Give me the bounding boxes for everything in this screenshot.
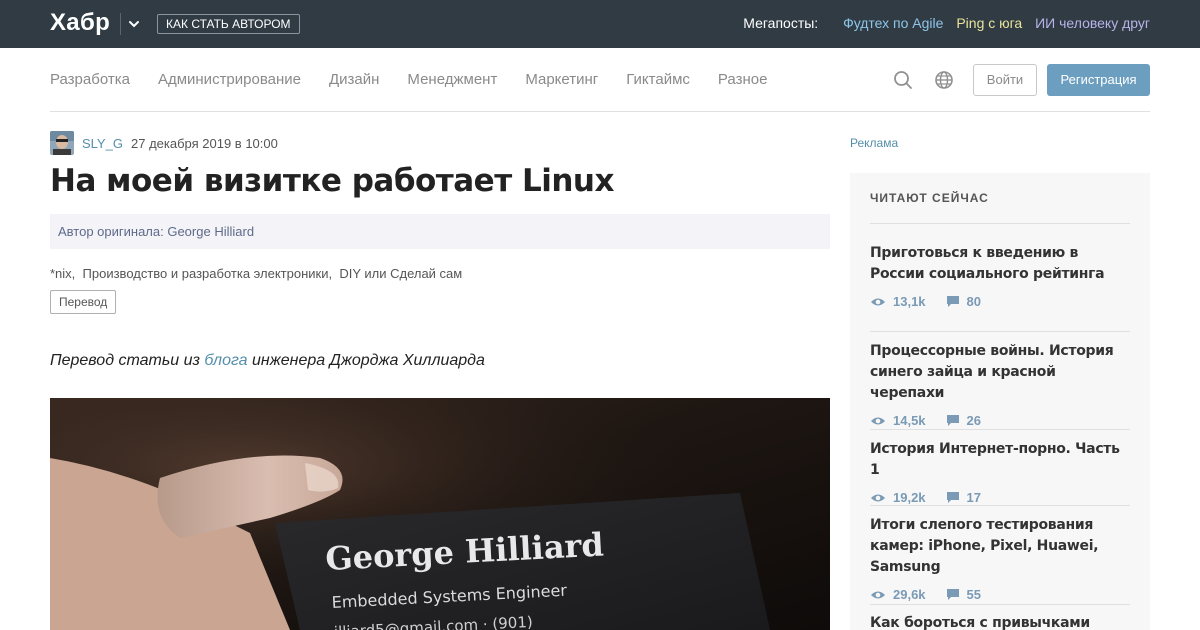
hub-link[interactable]: *nix,	[50, 266, 75, 281]
eye-icon	[871, 417, 885, 424]
post-stats: 13,1k 80	[870, 294, 1130, 309]
hub-link[interactable]: Производство и разработка электроники,	[83, 266, 333, 281]
ad-label[interactable]: Реклама	[850, 136, 898, 150]
divider	[870, 223, 1130, 224]
divider	[870, 505, 1130, 506]
nav-item-misc[interactable]: Разное	[718, 71, 768, 88]
avatar[interactable]	[50, 131, 74, 155]
original-author-box: Автор оригинала: George Hilliard	[50, 214, 830, 249]
comment-icon	[946, 492, 959, 503]
chevron-down-icon[interactable]	[127, 17, 141, 31]
views-count: 13,1k	[870, 294, 926, 309]
globe-icon[interactable]	[934, 70, 954, 90]
article-lead: Перевод статьи из блога инженера Джорджа…	[50, 352, 485, 370]
views-value: 14,5k	[893, 413, 926, 428]
reading-now-sidebar: ЧИТАЮТ СЕЙЧАС Приготовься к введению в Р…	[850, 173, 1150, 630]
views-value: 13,1k	[893, 294, 926, 309]
megaposts: Мегапосты: Фудтех по Agile Ping с юга ИИ…	[743, 15, 1150, 31]
login-button[interactable]: Войти	[973, 64, 1037, 96]
nav-item-marketing[interactable]: Маркетинг	[525, 71, 598, 88]
sidebar-heading: ЧИТАЮТ СЕЙЧАС	[870, 191, 989, 205]
views-value: 19,2k	[893, 490, 926, 505]
business-card-photo: George Hilliard Embedded Systems Enginee…	[50, 398, 830, 630]
article-title: На моей визитке работает Linux	[50, 163, 614, 199]
hub-list: *nix, Производство и разработка электрон…	[50, 266, 462, 281]
views-count: 19,2k	[870, 490, 926, 505]
comment-icon	[946, 296, 959, 307]
sidebar-post[interactable]: Как бороться с привычками	[870, 613, 1130, 630]
publish-date: 27 декабря 2019 в 10:00	[131, 136, 278, 151]
comment-icon	[946, 415, 959, 426]
comments-count[interactable]: 55	[946, 587, 981, 602]
post-stats: 29,6k 55	[870, 587, 1130, 602]
comments-count[interactable]: 26	[946, 413, 981, 428]
comments-count[interactable]: 80	[946, 294, 981, 309]
main-nav: Разработка Администрирование Дизайн Мене…	[50, 48, 1150, 112]
sidebar-post[interactable]: Итоги слепого тестирования камер: iPhone…	[870, 515, 1130, 602]
register-button[interactable]: Регистрация	[1047, 64, 1150, 96]
author-link[interactable]: SLY_G	[82, 136, 123, 151]
post-stats: 14,5k 26	[870, 413, 1130, 428]
nav-item-administration[interactable]: Администрирование	[158, 71, 301, 88]
logo-divider	[120, 13, 121, 35]
views-count: 14,5k	[870, 413, 926, 428]
megapost-link-foodtech[interactable]: Фудтех по Agile	[843, 15, 943, 31]
nav-item-development[interactable]: Разработка	[50, 71, 130, 88]
views-count: 29,6k	[870, 587, 926, 602]
sidebar-post[interactable]: История Интернет-порно. Часть 1 19,2k 17	[870, 439, 1130, 505]
nav-item-design[interactable]: Дизайн	[329, 71, 379, 88]
post-stats: 19,2k 17	[870, 490, 1130, 505]
views-value: 29,6k	[893, 587, 926, 602]
comments-value: 26	[966, 413, 982, 428]
divider	[870, 604, 1130, 605]
megapost-link-ping[interactable]: Ping с юга	[956, 15, 1022, 31]
eye-icon	[871, 591, 885, 598]
comments-value: 80	[966, 294, 982, 309]
eye-icon	[871, 298, 885, 305]
article-image: George Hilliard Embedded Systems Enginee…	[50, 398, 830, 630]
divider	[870, 429, 1130, 430]
hub-link[interactable]: DIY или Сделай сам	[339, 266, 462, 281]
translation-badge[interactable]: Перевод	[50, 290, 117, 314]
become-author-button[interactable]: КАК СТАТЬ АВТОРОМ	[157, 14, 300, 34]
nav-items: Разработка Администрирование Дизайн Мене…	[50, 71, 795, 88]
sidebar-post-title[interactable]: Процессорные войны. История синего зайца…	[870, 341, 1130, 404]
lead-text-after: инженера Джорджа Хиллиарда	[247, 352, 485, 369]
blog-link[interactable]: блога	[204, 352, 247, 369]
divider	[870, 331, 1130, 332]
nav-item-management[interactable]: Менеджмент	[407, 71, 497, 88]
sidebar-post-title[interactable]: Приготовься к введению в России социальн…	[870, 243, 1130, 285]
comments-count[interactable]: 17	[946, 490, 981, 505]
nav-item-geektimes[interactable]: Гиктаймс	[626, 71, 690, 88]
megapost-link-ai[interactable]: ИИ человеку друг	[1035, 15, 1150, 31]
lead-text-before: Перевод статьи из	[50, 352, 205, 369]
original-author[interactable]: Автор оригинала: George Hilliard	[58, 224, 254, 239]
habr-logo[interactable]: Хабр	[50, 9, 110, 37]
sidebar-post[interactable]: Процессорные войны. История синего зайца…	[870, 341, 1130, 428]
sidebar-post[interactable]: Приготовься к введению в России социальн…	[870, 243, 1130, 309]
sidebar-post-title[interactable]: Как бороться с привычками	[870, 613, 1130, 630]
comments-value: 17	[966, 490, 982, 505]
search-icon[interactable]	[893, 70, 913, 90]
top-bar: Хабр КАК СТАТЬ АВТОРОМ Мегапосты: Фудтех…	[0, 0, 1200, 48]
comments-value: 55	[966, 587, 982, 602]
sidebar-post-title[interactable]: История Интернет-порно. Часть 1	[870, 439, 1130, 481]
megaposts-label: Мегапосты:	[743, 15, 819, 31]
eye-icon	[871, 494, 885, 501]
comment-icon	[946, 589, 959, 600]
sidebar-post-title[interactable]: Итоги слепого тестирования камер: iPhone…	[870, 515, 1130, 578]
